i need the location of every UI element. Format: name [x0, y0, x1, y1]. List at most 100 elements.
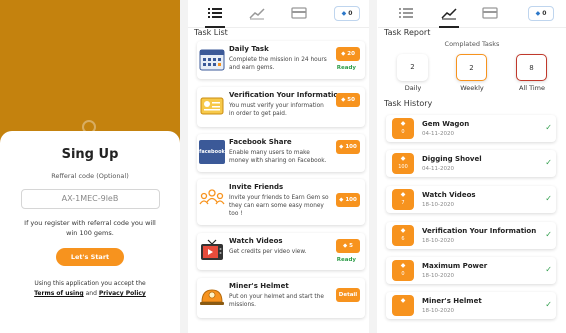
task-gem-value: 5 [349, 243, 353, 249]
history-date: 04-11-2020 [422, 166, 454, 172]
calendar-icon [199, 49, 225, 71]
completed-tasks-label: Complated Tasks [444, 40, 500, 48]
divider [180, 0, 188, 333]
task-card[interactable]: Watch Videos Get credits per video view.… [197, 233, 365, 270]
daily-label: Daily [404, 84, 422, 92]
tv-icon [201, 239, 223, 260]
signup-card: Sing Up Refferal code (Optional) AX-1MEC… [0, 131, 180, 333]
history-gems: 6 [401, 236, 405, 242]
task-card[interactable]: Invite Friends Invite your friends to Ea… [197, 179, 365, 225]
task-gem-value: 100 [345, 144, 357, 150]
history-item[interactable]: ◆ 7 Watch Videos 18-10-2020 ✓ [386, 186, 556, 213]
gem-icon: ◆ [535, 10, 541, 17]
task-description: Put on your helmet and start the mission… [229, 294, 324, 308]
facebook-icon: facebook [199, 140, 225, 164]
signup-screen: Sing Up Refferal code (Optional) AX-1MEC… [0, 0, 180, 333]
task-description: Enable many users to make money with sha… [229, 150, 327, 164]
task-gem-button[interactable]: ◆ 20 [336, 47, 360, 61]
task-status: Ready [336, 65, 356, 71]
history-gems: 0 [401, 271, 405, 277]
task-gem-button[interactable]: ◆ 5 [336, 239, 360, 253]
task-gem-button[interactable]: ◆ 50 [336, 93, 360, 107]
gem-icon: ◆ [400, 120, 406, 127]
signup-title: Sing Up [61, 147, 119, 162]
task-title: Facebook Share [229, 138, 292, 146]
task-gem-button[interactable]: ◆ 100 [336, 193, 360, 207]
history-gems: 100 [398, 164, 408, 170]
chart-tab-icon[interactable] [441, 6, 457, 20]
tab-bar: ◆ 0 [188, 0, 369, 28]
task-description: Complete the mission in 24 hours and ear… [229, 57, 327, 71]
history-item[interactable]: ◆ 0 Gem Wagon 04-11-2020 ✓ [386, 115, 556, 142]
list-tab-icon[interactable] [207, 6, 223, 20]
helmet-icon [200, 289, 224, 305]
history-title: Miner's Helmet [422, 297, 482, 305]
tab-bar: ◆ 0 [378, 0, 566, 28]
referral-hint: If you register with referral code you w… [24, 219, 156, 237]
history-title: Digging Shovel [422, 155, 482, 163]
check-icon: ✓ [545, 265, 552, 274]
task-list-screen: ◆ 0 Task List Daily Task Complete the mis… [188, 0, 369, 333]
gem-badge: ◆ [392, 295, 414, 316]
task-card[interactable]: Daily Task Complete the mission in 24 ho… [197, 41, 365, 79]
privacy-policy-link[interactable]: Privacy Policy [99, 290, 146, 297]
task-detail-button[interactable]: Detail [336, 288, 360, 302]
history-title: Watch Videos [422, 191, 476, 199]
gem-icon: ◆ [400, 155, 406, 162]
referral-label: Refferal code (Optional) [51, 172, 129, 180]
daily-count: 2 [397, 54, 428, 81]
list-tab-icon[interactable] [398, 6, 414, 20]
divider [369, 0, 377, 333]
chart-tab-icon[interactable] [249, 6, 265, 20]
history-title: Verification Your Information [422, 227, 537, 235]
history-date: 18-10-2020 [422, 273, 454, 279]
task-title: Invite Friends [229, 183, 284, 191]
task-card[interactable]: facebook Facebook Share Enable many user… [197, 134, 365, 172]
gem-badge: ◆ 0 [392, 260, 414, 281]
task-report-screen: ◆ 0 Task Report Complated Tasks 2 2 8 Dai… [378, 0, 566, 333]
check-icon: ✓ [545, 158, 552, 167]
history-item[interactable]: ◆ 6 Verification Your Information 18-10-2… [386, 222, 556, 249]
history-title: Gem Wagon [422, 120, 470, 128]
terms-text: Using this application you accept the Te… [0, 279, 180, 299]
check-icon: ✓ [545, 230, 552, 239]
task-title: Watch Videos [229, 237, 283, 245]
gem-balance: 0 [542, 10, 547, 17]
task-gem-button[interactable]: ◆ 100 [336, 140, 360, 154]
history-item[interactable]: ◆ 100 Digging Shovel 04-11-2020 ✓ [386, 150, 556, 177]
history-item[interactable]: ◆ Miner's Helmet 18-10-2020 ✓ [386, 292, 556, 319]
task-history-title: Task History [384, 99, 433, 108]
task-description: Invite your friends to Earn Gem so they … [229, 195, 329, 217]
task-title: Daily Task [229, 45, 269, 53]
gem-icon: ◆ [400, 227, 406, 234]
history-date: 18-10-2020 [422, 308, 454, 314]
task-gem-value: 20 [347, 51, 355, 57]
task-gem-value: 50 [347, 97, 355, 103]
history-date: 18-10-2020 [422, 238, 454, 244]
card-tab-icon[interactable] [291, 6, 307, 20]
group-icon [199, 189, 225, 205]
gem-icon: ◆ [400, 262, 406, 269]
task-card[interactable]: Verification Your Information You must v… [197, 87, 365, 127]
history-title: Maximum Power [422, 262, 488, 270]
weekly-count: 2 [456, 54, 487, 81]
id-card-icon [200, 97, 224, 115]
gem-icon: ◆ [400, 191, 406, 198]
terms-and: and [85, 290, 97, 297]
referral-input[interactable]: AX-1MEC-9leB [20, 189, 160, 209]
terms-of-using-link[interactable]: Terms of using [34, 290, 84, 297]
weekly-label: Weekly [460, 84, 484, 92]
gem-balance-badge[interactable]: ◆ 0 [528, 6, 554, 21]
history-item[interactable]: ◆ 0 Maximum Power 18-10-2020 ✓ [386, 257, 556, 284]
check-icon: ✓ [545, 194, 552, 203]
gem-icon: ◆ [400, 297, 406, 304]
card-tab-icon[interactable] [482, 6, 498, 20]
task-description: Get credits per video view. [229, 249, 307, 255]
task-status: Ready [336, 257, 356, 263]
lets-start-button[interactable]: Let's Start [56, 248, 124, 266]
task-card[interactable]: Miner's Helmet Put on your helmet and st… [197, 278, 365, 318]
history-gems: 0 [401, 129, 405, 135]
task-title: Miner's Helmet [229, 282, 289, 290]
gem-balance-badge[interactable]: ◆ 0 [334, 6, 360, 21]
gem-badge: ◆ 6 [392, 225, 414, 246]
